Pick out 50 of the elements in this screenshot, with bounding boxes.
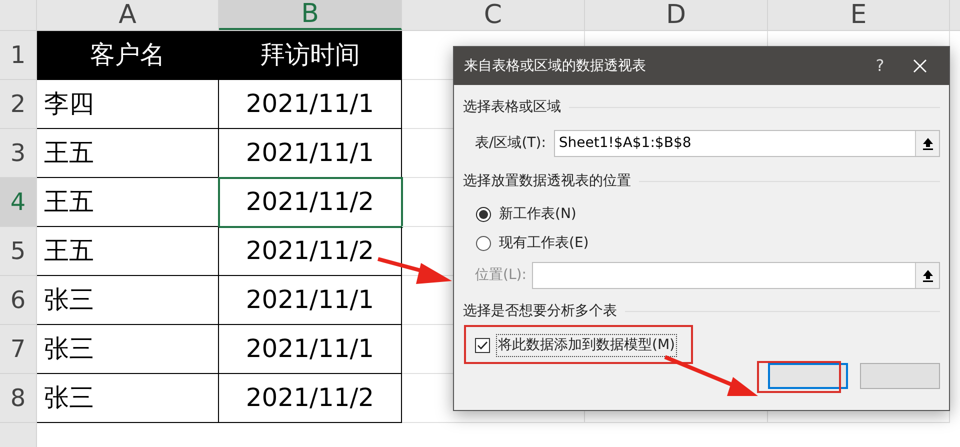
window-title: 来自表格或区域的数据透视表 — [464, 56, 647, 76]
row-header[interactable]: 3 — [0, 129, 37, 178]
field-value: Sheet1!$A$1:$B$8 — [558, 134, 692, 153]
row-header[interactable]: 7 — [0, 325, 37, 374]
row-header[interactable]: 2 — [0, 80, 37, 129]
close-icon[interactable] — [913, 59, 927, 73]
table-cell: 张三 — [37, 374, 219, 423]
upload-icon — [922, 270, 932, 282]
table-cell: 2021/11/1 — [219, 80, 402, 129]
table-cell: 张三 — [37, 325, 219, 374]
table-cell: 2021/11/1 — [219, 276, 402, 325]
radio-label[interactable]: 新工作表(N) — [499, 204, 576, 225]
table-cell: 2021/11/1 — [219, 325, 402, 374]
collapse-button[interactable] — [915, 263, 939, 288]
column-header[interactable]: E — [768, 0, 950, 30]
radio-label[interactable]: 现有工作表(E) — [499, 233, 589, 254]
section-heading: 选择放置数据透视表的位置 — [463, 172, 631, 191]
help-button[interactable]: ? — [865, 54, 895, 78]
field-label: 表/区域(T): — [475, 134, 546, 153]
section-heading: 选择是否想要分析多个表 — [463, 302, 617, 321]
row-header[interactable]: 8 — [0, 374, 37, 423]
table-cell: 王五 — [37, 129, 219, 178]
row-header[interactable]: 5 — [0, 227, 37, 276]
upload-icon — [922, 138, 932, 150]
column-header[interactable]: C — [402, 0, 585, 30]
column-header[interactable]: B — [219, 0, 402, 30]
collapse-button[interactable] — [915, 131, 939, 156]
section-heading: 选择表格或区域 — [463, 98, 561, 117]
checkbox-label[interactable]: 将此数据添加到数据模型(M) — [496, 334, 678, 357]
table-cell: 张三 — [37, 276, 219, 325]
field-label: 位置(L): — [475, 266, 526, 285]
checkbox[interactable] — [475, 338, 490, 353]
column-title: 客户名 — [37, 31, 219, 80]
table-cell: 2021/11/2 — [219, 374, 402, 423]
row-header[interactable]: 4 — [0, 178, 37, 227]
radio-button[interactable] — [476, 207, 491, 222]
table-cell: 2021/11/2 — [219, 227, 402, 276]
range-field[interactable]: Sheet1!$A$1:$B$8 — [554, 130, 940, 157]
table-cell: 李四 — [37, 80, 219, 129]
radio-button[interactable] — [476, 236, 491, 251]
column-title: 拜访时间 — [219, 31, 402, 80]
dialog-button[interactable] — [768, 363, 848, 389]
row-header[interactable]: 6 — [0, 276, 37, 325]
table-cell: 王五 — [37, 227, 219, 276]
table-cell: 2021/11/1 — [219, 129, 402, 178]
column-header[interactable]: D — [585, 0, 768, 30]
table-cell: 2021/11/2 — [219, 178, 402, 227]
table-cell: 王五 — [37, 178, 219, 227]
row-header[interactable]: 1 — [0, 31, 37, 80]
location-field[interactable] — [532, 262, 940, 289]
